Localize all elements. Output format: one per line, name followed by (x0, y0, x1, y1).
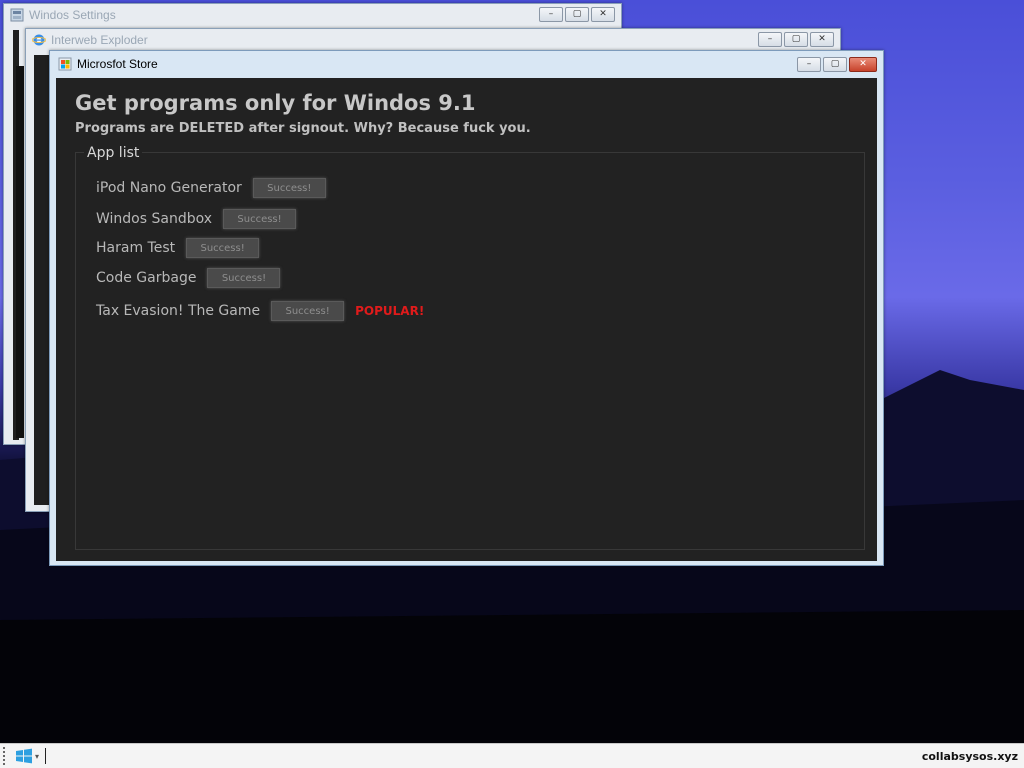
settings-title: Windos Settings (29, 8, 116, 22)
settings-app-icon (10, 8, 24, 22)
settings-minimize-button[interactable]: – (539, 7, 563, 22)
store-window[interactable]: Microsfot Store – ▢ ✕ Get programs only … (49, 50, 884, 566)
store-close-button[interactable]: ✕ (849, 57, 877, 72)
chevron-down-icon[interactable]: ▾ (35, 752, 39, 761)
install-button[interactable]: Success! (223, 209, 297, 229)
install-button[interactable]: Success! (271, 301, 345, 321)
list-item: Windos Sandbox Success! (96, 209, 297, 229)
settings-content-panel (16, 66, 24, 438)
store-maximize-button[interactable]: ▢ (823, 57, 847, 72)
app-name: Code Garbage (96, 270, 197, 286)
install-button[interactable]: Success! (186, 238, 260, 258)
browser-e-icon (32, 34, 46, 46)
explorer-titlebar[interactable]: Interweb Exploder (26, 29, 840, 51)
list-item: Code Garbage Success! (96, 268, 281, 288)
taskbar-grip (3, 747, 7, 765)
taskbar: ▾ collabsysos.xyz (0, 743, 1024, 768)
settings-maximize-button[interactable]: ▢ (565, 7, 589, 22)
explorer-controls: – ▢ ✕ (758, 32, 834, 47)
explorer-title: Interweb Exploder (51, 33, 148, 47)
list-item: Haram Test Success! (96, 238, 260, 258)
list-item: Tax Evasion! The Game Success! POPULAR! (96, 301, 424, 321)
settings-titlebar[interactable]: Windos Settings (4, 4, 621, 26)
store-minimize-button[interactable]: – (797, 57, 821, 72)
app-name: Haram Test (96, 240, 176, 256)
store-title: Microsfot Store (77, 57, 158, 71)
page-title: Get programs only for Windos 9.1 (75, 91, 476, 115)
store-controls: – ▢ ✕ (797, 57, 877, 72)
list-item: iPod Nano Generator Success! (96, 178, 326, 198)
app-name: Windos Sandbox (96, 211, 213, 227)
store-titlebar[interactable]: Microsfot Store (50, 51, 883, 77)
app-name: Tax Evasion! The Game (96, 303, 261, 319)
explorer-maximize-button[interactable]: ▢ (784, 32, 808, 47)
install-button[interactable]: Success! (207, 268, 281, 288)
store-content: Get programs only for Windos 9.1 Program… (56, 78, 877, 561)
explorer-close-button[interactable]: ✕ (810, 32, 834, 47)
windows-logo-icon (16, 748, 32, 764)
explorer-minimize-button[interactable]: – (758, 32, 782, 47)
taskbar-separator (45, 748, 47, 764)
page-subtitle: Programs are DELETED after signout. Why?… (75, 121, 531, 136)
app-name: iPod Nano Generator (96, 180, 242, 196)
store-bag-icon (58, 57, 72, 71)
popular-badge: POPULAR! (355, 304, 425, 318)
app-list-label: App list (84, 145, 143, 161)
app-list-group: App list iPod Nano Generator Success! Wi… (75, 145, 865, 550)
install-button[interactable]: Success! (252, 178, 326, 198)
taskbar-site-label: collabsysos.xyz (921, 749, 1018, 763)
settings-close-button[interactable]: ✕ (591, 7, 615, 22)
settings-controls: – ▢ ✕ (539, 7, 615, 22)
